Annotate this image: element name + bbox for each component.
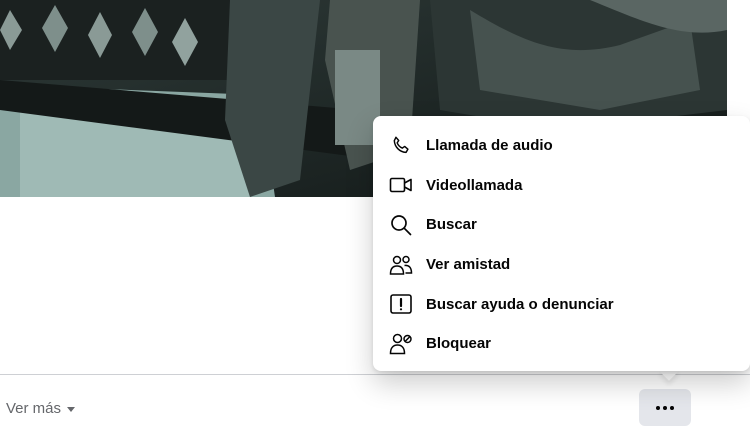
divider [0,374,750,375]
friends-icon [389,253,413,277]
menu-item-block[interactable]: Bloquear [373,324,750,364]
phone-icon [389,134,413,158]
search-icon [389,213,413,237]
menu-item-report[interactable]: Buscar ayuda o denunciar [373,284,750,324]
menu-item-label: Bloquear [426,335,492,353]
menu-item-video-call[interactable]: Videollamada [373,166,750,206]
more-options-button[interactable] [639,389,691,426]
menu-item-search[interactable]: Buscar [373,205,750,245]
menu-item-label: Videollamada [426,176,523,194]
caret-down-icon [67,406,76,412]
menu-item-friendship[interactable]: Ver amistad [373,245,750,285]
menu-item-audio-call[interactable]: Llamada de audio [373,126,750,166]
report-icon [389,292,413,316]
menu-item-label: Buscar ayuda o denunciar [426,295,614,313]
menu-item-label: Ver amistad [426,256,511,274]
video-camera-icon [389,173,413,197]
menu-item-label: Llamada de audio [426,137,553,155]
more-dots-icon [656,405,674,410]
see-more-button[interactable]: Ver más [6,398,76,418]
menu-item-label: Buscar [426,216,477,234]
block-user-icon [389,332,413,356]
see-more-label: Ver más [6,399,62,417]
options-menu: Llamada de audio Videollamada Buscar Ver… [373,116,750,371]
